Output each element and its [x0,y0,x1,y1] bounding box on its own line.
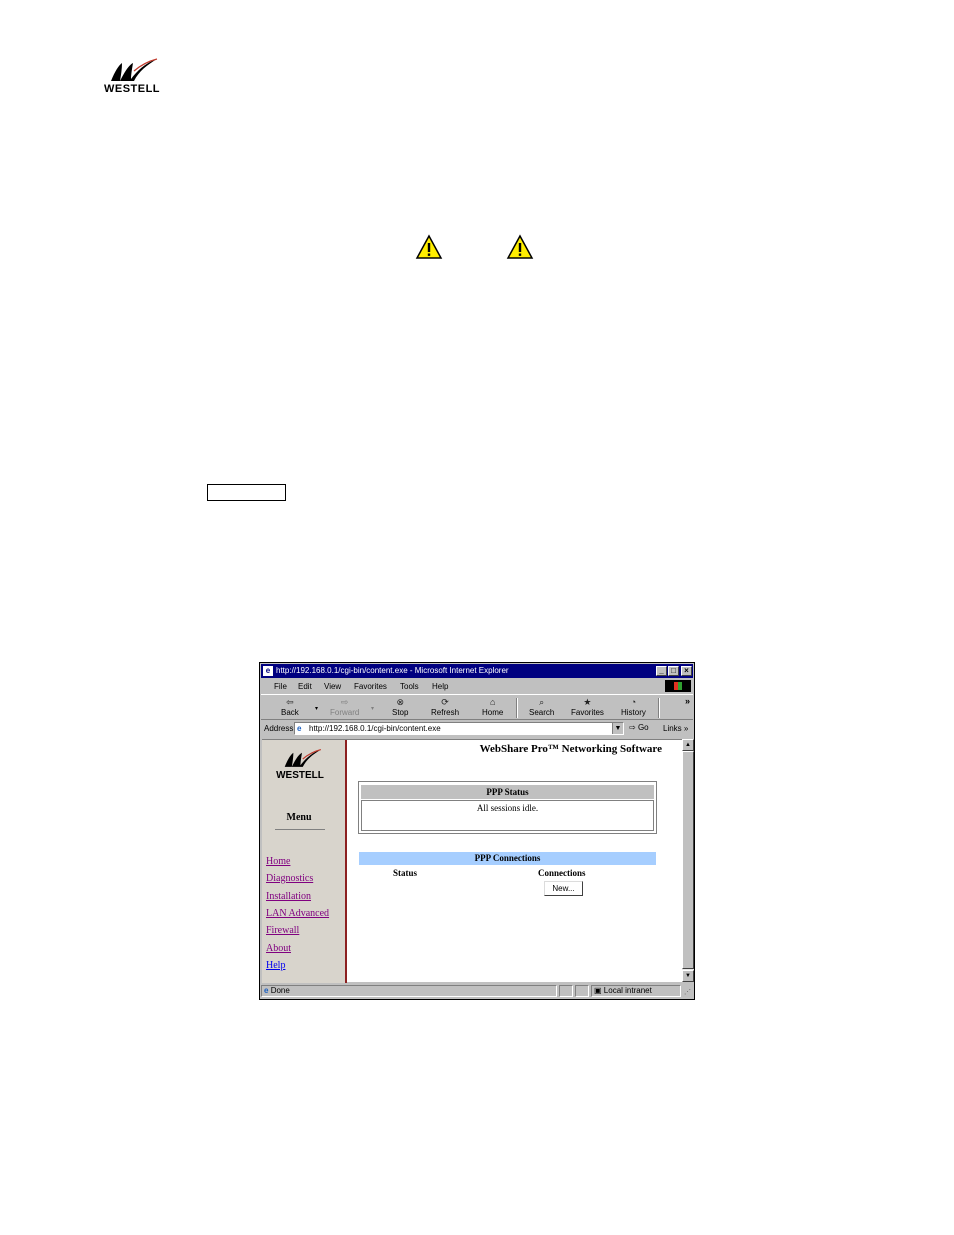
search-button[interactable]: ⌕ Search [529,697,554,717]
ppp-status-header: PPP Status [361,785,654,799]
forward-dropdown-icon[interactable]: ▾ [371,705,374,712]
back-dropdown-icon[interactable]: ▾ [315,705,318,712]
home-icon: ⌂ [489,697,496,707]
product-title: WebShare Pro™ Networking Software [479,743,662,755]
nav-link-about[interactable]: About [266,943,291,954]
favorites-button[interactable]: ★ Favorites [571,697,604,717]
westell-swoosh-icon [284,748,322,767]
ppp-status-text: All sessions idle. [476,803,539,813]
forward-arrow-icon: ⇨ [340,697,349,707]
column-header-connections: Connections [538,868,586,878]
stop-button[interactable]: ⊗ Stop [392,697,408,717]
favorites-icon: ★ [583,697,592,707]
home-button[interactable]: ⌂ Home [482,697,503,717]
menu-tools[interactable]: Tools [400,682,419,691]
sidebar: WESTELL Menu Home Diagnostics Installati… [262,740,347,983]
status-bar: e Done ▣ Local intranet ⋰ [261,984,693,998]
browser-window: e http://192.168.0.1/cgi-bin/content.exe… [259,662,695,1000]
address-label: Address [264,724,294,733]
nav-link-home[interactable]: Home [266,856,290,867]
westell-logo: WESTELL [97,57,167,97]
westell-swoosh-icon [111,58,158,81]
address-bar: Address e http://192.168.0.1/cgi-bin/con… [261,720,693,737]
toolbar-separator [516,698,518,718]
scroll-thumb[interactable] [682,751,694,969]
menu-bar: File Edit View Favorites Tools Help [261,679,693,693]
back-button[interactable]: ⇦ Back [281,697,299,717]
menu-edit[interactable]: Edit [298,682,312,691]
go-arrow-icon: ⇨ [629,723,636,732]
warning-icon [415,234,443,260]
main-pane: WebShare Pro™ Networking Software PPP St… [347,740,682,983]
address-input[interactable]: e http://192.168.0.1/cgi-bin/content.exe… [294,722,624,735]
ppp-connections-header: PPP Connections [359,852,656,865]
close-button[interactable]: × [681,666,692,676]
menu-favorites[interactable]: Favorites [354,682,387,691]
window-title: http://192.168.0.1/cgi-bin/content.exe -… [276,666,509,675]
outlined-box [207,484,286,501]
logo-wordmark: WESTELL [103,83,161,95]
toolbar: ⇦ Back ▾ ⇨ Forward ▾ ⊗ Stop ⟳ Refresh ⌂ Home … [261,694,693,720]
new-connection-button[interactable]: New... [544,881,583,896]
refresh-button[interactable]: ⟳ Refresh [431,697,459,717]
address-value: http://192.168.0.1/cgi-bin/content.exe [309,724,441,733]
nav-link-firewall[interactable]: Firewall [266,925,299,936]
search-icon: ⌕ [539,697,545,707]
back-arrow-icon: ⇦ [286,697,294,707]
status-cell-empty [559,985,573,997]
status-text-cell: e Done [261,985,557,997]
toolbar-more-chevron-icon[interactable]: » [685,696,690,706]
nav-link-lan-advanced[interactable]: LAN Advanced [266,908,329,919]
menu-title: Menu [286,812,312,823]
warning-icon [506,234,534,260]
minimize-button[interactable]: _ [656,666,667,676]
ppp-status-body: All sessions idle. [361,800,654,831]
menu-view[interactable]: View [324,682,341,691]
address-dropdown-icon[interactable]: ▼ [612,723,623,734]
column-header-status: Status [393,868,418,878]
vertical-scrollbar[interactable]: ▲ ▼ [682,739,694,982]
resize-grip-icon[interactable]: ⋰ [684,988,691,996]
links-button[interactable]: Links » [663,724,688,733]
ppp-status-panel: PPP Status All sessions idle. [358,781,657,834]
sidebar-logo: WESTELL [266,748,334,782]
history-icon: ◔ [630,697,637,707]
nav-link-help[interactable]: Help [266,960,285,971]
security-zone-cell: ▣ Local intranet [591,985,681,997]
history-button[interactable]: ◔ History [621,697,646,717]
forward-button[interactable]: ⇨ Forward [330,697,359,717]
menu-file[interactable]: File [274,682,287,691]
ie-icon: e [263,666,273,676]
nav-link-diagnostics[interactable]: Diagnostics [266,873,313,884]
nav-link-installation[interactable]: Installation [266,891,311,902]
menu-divider [275,829,325,830]
intranet-icon: ▣ [594,986,602,995]
page-icon: e [297,724,302,733]
scroll-up-icon[interactable]: ▲ [682,739,694,751]
stop-icon: ⊗ [396,697,404,707]
scroll-down-icon[interactable]: ▼ [682,970,694,982]
windows-logo-icon [665,680,691,692]
refresh-icon: ⟳ [441,697,449,707]
page-done-icon: e [264,986,269,995]
go-button[interactable]: ⇨ Go [629,723,649,732]
page-content: WESTELL Menu Home Diagnostics Installati… [262,739,682,983]
status-cell-empty [575,985,589,997]
toolbar-separator [658,698,660,718]
maximize-button[interactable]: □ [668,666,679,676]
sidebar-logo-wordmark: WESTELL [276,770,324,781]
menu-help[interactable]: Help [432,682,448,691]
title-bar: e http://192.168.0.1/cgi-bin/content.exe… [261,664,693,678]
